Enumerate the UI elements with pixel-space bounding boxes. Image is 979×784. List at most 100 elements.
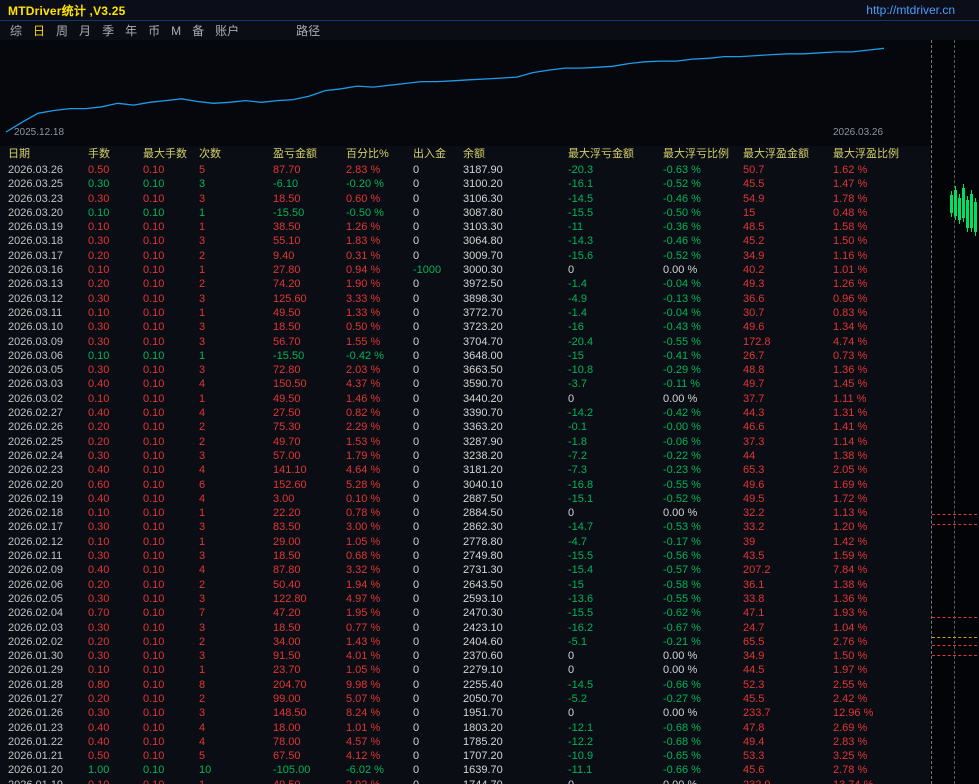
cell-max_float_loss: -7.3 xyxy=(565,463,660,477)
table-row[interactable]: 2026.02.030.300.10318.500.77 %02423.10-1… xyxy=(0,621,930,635)
cell-deposit: 0 xyxy=(410,763,460,777)
cell-date: 2026.03.19 xyxy=(0,220,85,234)
cell-date: 2026.01.30 xyxy=(0,649,85,663)
menu-item-nian[interactable]: 年 xyxy=(125,22,137,39)
table-row[interactable]: 2026.03.120.300.103125.603.33 %03898.30-… xyxy=(0,292,930,306)
table-row[interactable]: 2026.03.230.300.10318.500.60 %03106.30-1… xyxy=(0,192,930,206)
cell-trades: 1 xyxy=(196,778,270,784)
table-row[interactable]: 2026.02.060.200.10250.401.94 %02643.50-1… xyxy=(0,578,930,592)
table-row[interactable]: 2026.01.260.300.103148.508.24 %01951.700… xyxy=(0,706,930,720)
cell-max_float_loss_pct: -0.23 % xyxy=(660,463,740,477)
table-row[interactable]: 2026.02.050.300.103122.804.97 %02593.10-… xyxy=(0,592,930,606)
table-row[interactable]: 2026.03.160.100.10127.800.94 %-10003000.… xyxy=(0,263,930,277)
menu-item-ji[interactable]: 季 xyxy=(102,22,114,39)
table-row[interactable]: 2026.02.270.400.10427.500.82 %03390.70-1… xyxy=(0,406,930,420)
table-row[interactable]: 2026.01.220.400.10478.004.57 %01785.20-1… xyxy=(0,735,930,749)
table-row[interactable]: 2026.02.120.100.10129.001.05 %02778.80-4… xyxy=(0,535,930,549)
table-row[interactable]: 2026.01.280.800.108204.709.98 %02255.40-… xyxy=(0,678,930,692)
cell-trades: 3 xyxy=(196,449,270,463)
menu-item-lujing[interactable]: 路径 xyxy=(296,22,320,39)
cell-pl_amount: 75.30 xyxy=(270,420,343,434)
table-row[interactable]: 2026.02.240.300.10357.001.79 %03238.20-7… xyxy=(0,449,930,463)
dashed-price-line xyxy=(932,645,977,646)
cell-pl_amount: 3.00 xyxy=(270,492,343,506)
table-row[interactable]: 2026.02.180.100.10122.200.78 %02884.5000… xyxy=(0,506,930,520)
table-row[interactable]: 2026.03.260.500.10587.702.83 %03187.90-2… xyxy=(0,163,930,177)
cell-max_float_loss_pct: -0.52 % xyxy=(660,177,740,191)
cell-date: 2026.03.25 xyxy=(0,177,85,191)
cell-lots: 0.30 xyxy=(85,621,140,635)
table-row[interactable]: 2026.01.201.000.1010-105.00-6.02 %01639.… xyxy=(0,763,930,777)
table-row[interactable]: 2026.02.040.700.10747.201.95 %02470.30-1… xyxy=(0,606,930,620)
table-row[interactable]: 2026.02.250.200.10249.701.53 %03287.90-1… xyxy=(0,435,930,449)
table-row[interactable]: 2026.01.270.200.10299.005.07 %02050.70-5… xyxy=(0,692,930,706)
cell-max_lots: 0.10 xyxy=(140,163,196,177)
menu-item-bei[interactable]: 备 xyxy=(192,22,204,39)
cell-max_lots: 0.10 xyxy=(140,392,196,406)
cell-max_float_loss: -13.6 xyxy=(565,592,660,606)
table-row[interactable]: 2026.03.100.300.10318.500.50 %03723.20-1… xyxy=(0,320,930,334)
cell-balance: 3648.00 xyxy=(460,349,565,363)
table-row[interactable]: 2026.02.190.400.1043.000.10 %02887.50-15… xyxy=(0,492,930,506)
table-row[interactable]: 2026.02.170.300.10383.503.00 %02862.30-1… xyxy=(0,520,930,534)
table-row[interactable]: 2026.01.190.100.10149.502.92 %01744.7000… xyxy=(0,778,930,784)
cell-lots: 0.10 xyxy=(85,506,140,520)
cell-pl_pct: 8.24 % xyxy=(343,706,410,720)
table-row[interactable]: 2026.03.110.100.10149.501.33 %03772.70-1… xyxy=(0,306,930,320)
cell-max_float_profit_pct: 2.78 % xyxy=(830,763,930,777)
menu-item-yue[interactable]: 月 xyxy=(79,22,91,39)
cell-max_float_loss: 0 xyxy=(565,649,660,663)
menu-item-bi[interactable]: 币 xyxy=(148,22,160,39)
cell-max_float_profit: 49.3 xyxy=(740,277,830,291)
table-row[interactable]: 2026.03.090.300.10356.701.55 %03704.70-2… xyxy=(0,335,930,349)
menu-item-m[interactable]: M xyxy=(171,24,181,38)
table-row[interactable]: 2026.03.020.100.10149.501.46 %03440.2000… xyxy=(0,392,930,406)
dashed-grid-vline xyxy=(931,40,932,784)
cell-date: 2026.03.20 xyxy=(0,206,85,220)
table-row[interactable]: 2026.02.230.400.104141.104.64 %03181.20-… xyxy=(0,463,930,477)
table-row[interactable]: 2026.02.110.300.10318.500.68 %02749.80-1… xyxy=(0,549,930,563)
table-row[interactable]: 2026.02.200.600.106152.605.28 %03040.10-… xyxy=(0,478,930,492)
cell-max_float_profit_pct: 1.38 % xyxy=(830,578,930,592)
cell-pl_amount: 49.50 xyxy=(270,392,343,406)
table-row[interactable]: 2026.01.210.500.10567.504.12 %01707.20-1… xyxy=(0,749,930,763)
cell-lots: 0.30 xyxy=(85,234,140,248)
cell-max_float_loss_pct: -0.06 % xyxy=(660,435,740,449)
cell-max_float_profit_pct: 1.42 % xyxy=(830,535,930,549)
cell-pl_amount: 87.80 xyxy=(270,563,343,577)
app-url-link[interactable]: http://mtdriver.cn xyxy=(866,3,955,17)
cell-deposit: 0 xyxy=(410,463,460,477)
table-row[interactable]: 2026.03.190.100.10138.501.26 %03103.30-1… xyxy=(0,220,930,234)
cell-deposit: 0 xyxy=(410,492,460,506)
table-row[interactable]: 2026.03.180.300.10355.101.83 %03064.80-1… xyxy=(0,234,930,248)
cell-max_float_loss: -16.8 xyxy=(565,478,660,492)
cell-max_float_loss_pct: -0.66 % xyxy=(660,763,740,777)
menu-item-ri[interactable]: 日 xyxy=(33,22,45,39)
table-row[interactable]: 2026.01.290.100.10123.701.05 %02279.1000… xyxy=(0,663,930,677)
table-row[interactable]: 2026.03.200.100.101-15.50-0.50 %03087.80… xyxy=(0,206,930,220)
cell-max_lots: 0.10 xyxy=(140,520,196,534)
table-row[interactable]: 2026.02.260.200.10275.302.29 %03363.20-0… xyxy=(0,420,930,434)
cell-max_float_loss_pct: -0.62 % xyxy=(660,606,740,620)
cell-trades: 6 xyxy=(196,478,270,492)
table-row[interactable]: 2026.03.130.200.10274.201.90 %03972.50-1… xyxy=(0,277,930,291)
cell-max_float_loss: -14.3 xyxy=(565,234,660,248)
cell-lots: 0.70 xyxy=(85,606,140,620)
table-row[interactable]: 2026.03.060.100.101-15.50-0.42 %03648.00… xyxy=(0,349,930,363)
menu-item-zong[interactable]: 综 xyxy=(10,22,22,39)
cell-balance: 2370.60 xyxy=(460,649,565,663)
table-row[interactable]: 2026.03.030.400.104150.504.37 %03590.70-… xyxy=(0,377,930,391)
table-row[interactable]: 2026.03.250.300.103-6.10-0.20 %03100.20-… xyxy=(0,177,930,191)
cell-deposit: 0 xyxy=(410,520,460,534)
cell-pl_pct: 0.60 % xyxy=(343,192,410,206)
table-row[interactable]: 2026.01.230.400.10418.001.01 %01803.20-1… xyxy=(0,721,930,735)
table-row[interactable]: 2026.03.170.200.1029.400.31 %03009.70-15… xyxy=(0,249,930,263)
cell-max_float_loss: -20.3 xyxy=(565,163,660,177)
table-row[interactable]: 2026.01.300.300.10391.504.01 %02370.6000… xyxy=(0,649,930,663)
table-row[interactable]: 2026.02.020.200.10234.001.43 %02404.60-5… xyxy=(0,635,930,649)
menu-item-zhou[interactable]: 周 xyxy=(56,22,68,39)
table-row[interactable]: 2026.03.050.300.10372.802.03 %03663.50-1… xyxy=(0,363,930,377)
menu-item-zhanghu[interactable]: 账户 xyxy=(215,22,239,39)
table-row[interactable]: 2026.02.090.400.10487.803.32 %02731.30-1… xyxy=(0,563,930,577)
cell-pl_pct: 0.94 % xyxy=(343,263,410,277)
